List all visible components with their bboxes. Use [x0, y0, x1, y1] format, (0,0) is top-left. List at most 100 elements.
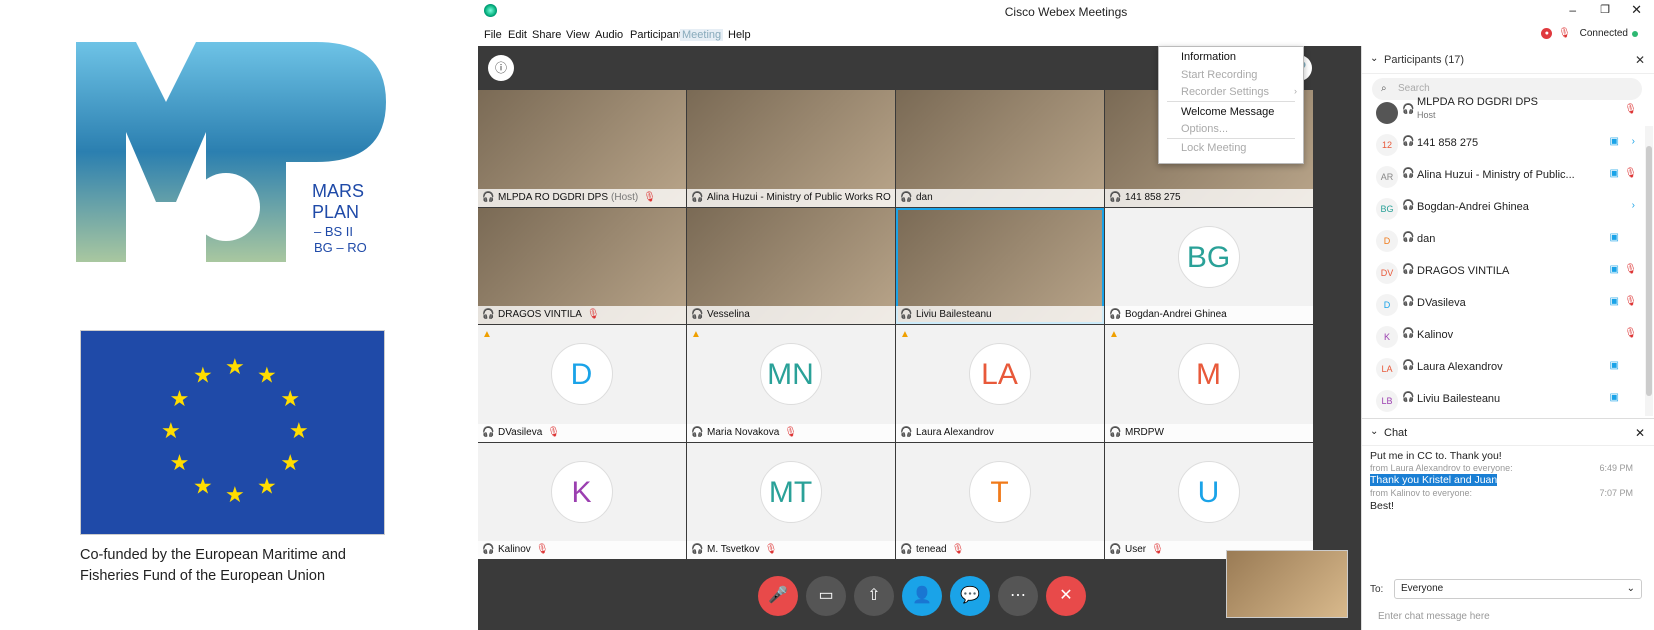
tile-name-bar: 🎧 MLPDA RO DGDRI DPS (Host) 🎙 [478, 188, 686, 207]
menu-file[interactable]: File [484, 29, 502, 41]
stop-video-button[interactable]: ▭ [806, 576, 846, 616]
eu-star-icon: ★ [170, 450, 190, 475]
menu-meeting[interactable]: Meeting [680, 29, 724, 41]
meeting-menu-item[interactable]: Information [1181, 51, 1236, 63]
chat-input[interactable]: Enter chat message here [1378, 611, 1490, 622]
mute-button[interactable]: 🎤 [758, 576, 798, 616]
menu-share[interactable]: Share [532, 29, 561, 41]
video-on-icon: ▣ [1609, 360, 1619, 371]
avatar: D [550, 343, 613, 405]
participant-row[interactable]: BG 🎧 Bogdan-Andrei Ghinea › [1362, 190, 1645, 224]
meeting-info-button[interactable]: ⓘ [488, 55, 514, 81]
menu-edit[interactable]: Edit [508, 29, 527, 41]
participant-tile[interactable]: MN ▲ 🎧 Maria Novakova 🎙 [687, 325, 895, 442]
recipient-value: Everyone [1401, 583, 1444, 594]
chat-collapse-chevron-icon[interactable]: ⌄ [1370, 426, 1378, 437]
participant-tile[interactable]: BG 🎧 Bogdan-Andrei Ghinea [1105, 207, 1313, 324]
recipient-select[interactable]: Everyone ⌄ [1394, 579, 1642, 599]
tile-name: dan [916, 191, 933, 203]
expand-chevron-icon[interactable]: › [1632, 136, 1635, 147]
participant-tile[interactable]: 🎧 Alina Huzui - Ministry of Public Works … [687, 90, 895, 207]
scrollbar-thumb[interactable] [1646, 146, 1652, 396]
participant-scrollbar[interactable] [1645, 126, 1653, 416]
avatar: LA [968, 343, 1031, 405]
menu-participant[interactable]: Participant [630, 29, 682, 41]
headset-icon: 🎧 [1109, 191, 1122, 203]
tile-name-bar: 🎧 DVasileva 🎙 [478, 423, 686, 442]
tile-name: DRAGOS VINTILA [498, 309, 582, 320]
connected-dot-icon [1632, 30, 1638, 37]
menu-audio[interactable]: Audio [595, 29, 623, 41]
tile-name: Vesselina [707, 309, 750, 320]
chat-header[interactable]: ⌄ Chat ✕ [1362, 418, 1654, 446]
muted-mic-icon: 🎙 [1624, 328, 1637, 339]
tile-name-bar: 🎧 Vesselina [687, 306, 895, 324]
tile-name: tenead [916, 544, 947, 555]
participant-avatar: LB [1376, 390, 1398, 412]
minimize-icon[interactable]: – [1569, 3, 1576, 17]
share-button[interactable]: ⇧ [854, 576, 894, 616]
participant-row[interactable]: 🎧 MLPDA RO DGDRI DPS Host 🎙 [1362, 96, 1645, 128]
participant-avatar: D [1376, 294, 1398, 316]
headset-icon: 🎧 [1402, 296, 1415, 307]
end-meeting-button[interactable]: ✕ [1046, 576, 1086, 616]
avatar: U [1177, 460, 1240, 523]
chat-button[interactable]: 💬 [950, 576, 990, 616]
participant-row[interactable]: D 🎧 dan ▣ [1362, 222, 1645, 256]
participant-tile[interactable]: MT 🎧 M. Tsvetkov 🎙 [687, 442, 895, 559]
expand-chevron-icon[interactable]: › [1632, 200, 1635, 211]
self-view-video[interactable] [1226, 550, 1348, 618]
headset-icon: 🎧 [1402, 168, 1415, 179]
participant-tile[interactable]: 🎧 Vesselina [687, 207, 895, 324]
participant-row[interactable]: LA 🎧 Laura Alexandrov ▣ [1362, 350, 1645, 384]
restore-icon[interactable]: ❐ [1600, 3, 1610, 16]
participants-header[interactable]: ⌄ Participants (17) ✕ [1362, 46, 1654, 74]
headset-icon: 🎧 [691, 309, 704, 320]
participant-tile[interactable]: 🎧 dan [896, 90, 1104, 207]
muted-mic-icon: 🎙 [547, 426, 560, 438]
participant-row[interactable]: 12 🎧 141 858 275 ▣ › [1362, 126, 1645, 160]
headset-icon: 🎧 [1402, 264, 1415, 275]
menu-view[interactable]: View [566, 29, 590, 41]
participant-tile[interactable]: 🎧 Liviu Bailesteanu [896, 207, 1104, 324]
headset-icon: 🎧 [691, 426, 704, 438]
collapse-chevron-icon[interactable]: ⌄ [1370, 53, 1378, 64]
close-chat-icon[interactable]: ✕ [1635, 426, 1645, 440]
participant-row[interactable]: DV 🎧 DRAGOS VINTILA ▣ 🎙 [1362, 254, 1645, 288]
tile-name: Maria Novakova [707, 426, 780, 438]
recording-icon: ● [1541, 28, 1553, 39]
participant-name: dan [1417, 233, 1436, 245]
headset-icon: 🎧 [1402, 200, 1415, 211]
participant-row[interactable]: D 🎧 DVasileva ▣ 🎙 [1362, 286, 1645, 320]
participant-name: Kalinov [1417, 329, 1454, 341]
cofund-text: Co-funded by the European Maritime and F… [80, 545, 400, 587]
eu-star-icon: ★ [280, 450, 300, 475]
participant-tile[interactable]: T 🎧 tenead 🎙 [896, 442, 1104, 559]
close-window-icon[interactable]: ✕ [1631, 2, 1642, 18]
participant-tile[interactable]: K 🎧 Kalinov 🎙 [478, 442, 686, 559]
headset-icon: 🎧 [482, 191, 495, 203]
meeting-menu-item[interactable]: Welcome Message [1181, 106, 1274, 118]
eu-star-icon: ★ [289, 418, 309, 443]
video-on-icon: ▣ [1609, 392, 1619, 403]
participants-button[interactable]: 👤 [902, 576, 942, 616]
chat-message-text: Put me in CC to. Thank you! [1370, 450, 1502, 462]
participant-name: Bogdan-Andrei Ghinea [1417, 201, 1529, 213]
participant-tile[interactable]: 🎧 MLPDA RO DGDRI DPS (Host) 🎙 [478, 90, 686, 207]
participant-row[interactable]: LB 🎧 Liviu Bailesteanu ▣ [1362, 382, 1645, 416]
more-options-button[interactable]: ⋯ [998, 576, 1038, 616]
participant-row[interactable]: AR 🎧 Alina Huzui - Ministry of Public... ▣ 🎙 [1362, 158, 1645, 192]
meeting-menu-item: Recorder Settings [1181, 86, 1270, 98]
participant-row[interactable]: K 🎧 Kalinov 🎙 [1362, 318, 1645, 352]
headset-icon: 🎧 [482, 426, 495, 438]
participant-tile[interactable]: LA ▲ 🎧 Laura Alexandrov [896, 325, 1104, 442]
logo-bs: – BS II [314, 224, 353, 239]
close-participants-icon[interactable]: ✕ [1635, 53, 1645, 67]
tile-name-bar: 🎧 141 858 275 [1105, 188, 1313, 207]
participant-tile[interactable]: 🎧 DRAGOS VINTILA 🎙 [478, 207, 686, 324]
participant-tile[interactable]: U 🎧 User 🎙 [1105, 442, 1313, 559]
participant-tile[interactable]: M ▲ 🎧 MRDPW [1105, 325, 1313, 442]
menu-help[interactable]: Help [728, 29, 751, 41]
participant-tile[interactable]: D ▲ 🎧 DVasileva 🎙 [478, 325, 686, 442]
headset-icon: 🎧 [1109, 544, 1122, 555]
